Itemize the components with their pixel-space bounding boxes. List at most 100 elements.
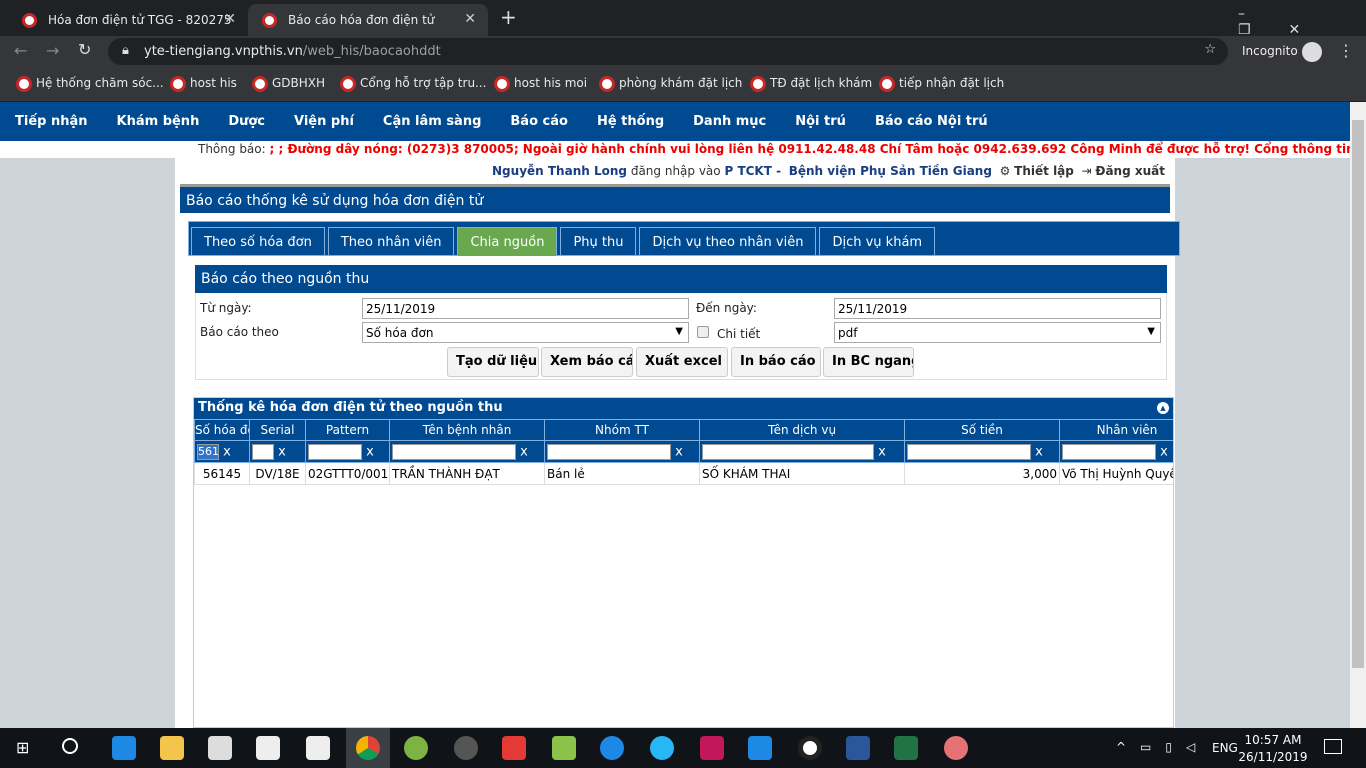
skype-icon[interactable] [600,736,624,760]
column-header[interactable]: Pattern [305,419,390,441]
column-header[interactable]: Số tiền [904,419,1060,441]
bookmark[interactable]: Hệ thống chăm sóc... [14,76,164,92]
menu-icon[interactable]: ⋮ [1338,41,1354,60]
excel-icon[interactable] [894,736,918,760]
view-report-button[interactable]: Xem báo cáo [541,347,633,377]
tab-phu-thu[interactable]: Phụ thu [560,227,637,256]
column-header[interactable]: Nhân viên [1059,419,1173,441]
bookmark[interactable]: phòng khám đặt lịch [597,76,742,92]
back-icon[interactable]: ← [14,41,27,60]
nav-item[interactable]: Khám bệnh [117,102,214,141]
edge-icon[interactable] [112,736,136,760]
filter-input[interactable] [547,443,671,460]
word-icon[interactable] [846,736,870,760]
camera-icon[interactable] [306,736,330,760]
close-tab-icon[interactable]: ✕ [464,11,476,27]
column-header[interactable]: Serial [249,419,306,441]
file-explorer-icon[interactable] [160,736,184,760]
windows-start-icon[interactable]: ⊞ [16,738,29,757]
clear-filter-icon[interactable]: x [878,444,886,459]
browser-tab-active[interactable]: Báo cáo hóa đơn điện tử ✕ [248,4,488,36]
chrome-icon-active[interactable] [346,728,390,768]
app-icon[interactable] [552,736,576,760]
search-icon[interactable] [62,738,78,754]
column-header[interactable]: Tên dịch vụ [699,419,905,441]
nav-item[interactable]: Viện phí [294,102,368,141]
tab-theo-so-hoa-don[interactable]: Theo số hóa đơn [191,227,325,256]
filter-input[interactable] [308,443,362,460]
nav-item[interactable]: Danh mục [693,102,780,141]
bookmark[interactable]: TĐ đặt lịch khám [748,76,872,92]
column-header[interactable]: Nhóm TT [544,419,700,441]
reload-icon[interactable]: ↻ [78,40,91,59]
tab-dich-vu-theo-nhan-vien[interactable]: Dịch vụ theo nhân viên [639,227,817,256]
zalo-icon[interactable] [748,736,772,760]
close-tab-icon[interactable]: ✕ [224,11,236,27]
filter-input[interactable] [392,443,516,460]
filter-input[interactable] [1062,443,1156,460]
tab-dich-vu-kham[interactable]: Dịch vụ khám [819,227,936,256]
format-select[interactable]: pdf [834,322,1161,343]
bookmark[interactable]: host his moi [492,76,587,92]
clear-filter-icon[interactable]: x [223,444,231,459]
detail-checkbox[interactable] [697,326,709,338]
nav-item[interactable]: Cận lâm sàng [383,102,495,141]
lock-app-icon[interactable] [454,736,478,760]
system-tray-icons[interactable]: ^▭▯◁ [1116,740,1209,754]
clock[interactable]: 10:57 AM 26/11/2019 [1238,732,1308,766]
tab-chia-nguon[interactable]: Chia nguồn [457,227,558,256]
column-header[interactable]: Số hóa đơn [194,419,250,441]
record-icon[interactable] [798,736,822,760]
filter-input[interactable] [252,443,274,460]
create-data-button[interactable]: Tạo dữ liệu [447,347,539,377]
address-bar[interactable]: 🔒︎ yte-tiengiang.vnpthis.vn/web_his/baoca… [108,38,1228,65]
print-landscape-button[interactable]: In BC ngang [823,347,914,377]
filter-input[interactable]: 561 [197,443,219,460]
tab-theo-nhan-vien[interactable]: Theo nhân viên [327,227,455,256]
nav-item[interactable]: Báo cáo Nội trú [875,102,1002,141]
logout-link[interactable]: Đăng xuất [1095,164,1165,178]
to-date-input[interactable]: 25/11/2019 [834,298,1161,319]
notifications-icon[interactable] [1324,739,1342,754]
export-excel-button[interactable]: Xuất excel [636,347,728,377]
app-icon[interactable] [944,736,968,760]
bookmark[interactable]: tiếp nhận đặt lịch [877,76,1004,92]
table-row[interactable]: 56145 DV/18E 02GTTT0/001 TRẦN THÀNH ĐẠT … [194,462,1173,485]
clear-filter-icon[interactable]: x [278,444,286,459]
app-icon[interactable] [404,736,428,760]
nav-item[interactable]: Báo cáo [510,102,582,141]
browser-tab[interactable]: Hóa đơn điện tử TGG - 820275 ✕ [8,4,248,36]
nav-item[interactable]: Nội trú [795,102,860,141]
language-indicator[interactable]: ENG [1212,741,1238,755]
report-by-select[interactable]: Số hóa đơn [362,322,689,343]
telegram-icon[interactable] [650,736,674,760]
column-header[interactable]: Tên bệnh nhân [389,419,545,441]
store-icon[interactable] [208,736,232,760]
bookmark-star-icon[interactable]: ☆ [1204,42,1216,57]
mail-icon[interactable] [256,736,280,760]
anydesk-icon[interactable] [502,736,526,760]
window-controls[interactable]: –❐✕ [1238,6,1366,38]
collapse-icon[interactable]: ▲ [1157,402,1169,414]
print-report-button[interactable]: In báo cáo [731,347,821,377]
forward-icon[interactable]: → [46,41,59,60]
incognito-icon[interactable] [1302,42,1322,62]
clear-filter-icon[interactable]: x [1160,444,1168,459]
bookmark[interactable]: host his [168,76,237,92]
bookmark[interactable]: GDBHXH [250,76,325,92]
filter-input[interactable] [702,443,874,460]
nav-item[interactable]: Tiếp nhận [15,102,102,141]
new-tab-button[interactable]: + [500,5,517,29]
filter-input[interactable] [907,443,1031,460]
clear-filter-icon[interactable]: x [675,444,683,459]
page-scrollbar[interactable] [1350,102,1366,728]
bookmark[interactable]: Cổng hỗ trợ tập tru... [338,76,487,92]
clear-filter-icon[interactable]: x [366,444,374,459]
app-icon[interactable] [700,736,724,760]
nav-item[interactable]: Hệ thống [597,102,678,141]
clear-filter-icon[interactable]: x [1035,444,1043,459]
nav-item[interactable]: Dược [228,102,279,141]
clear-filter-icon[interactable]: x [520,444,528,459]
from-date-input[interactable]: 25/11/2019 [362,298,689,319]
settings-link[interactable]: Thiết lập [1014,164,1074,178]
